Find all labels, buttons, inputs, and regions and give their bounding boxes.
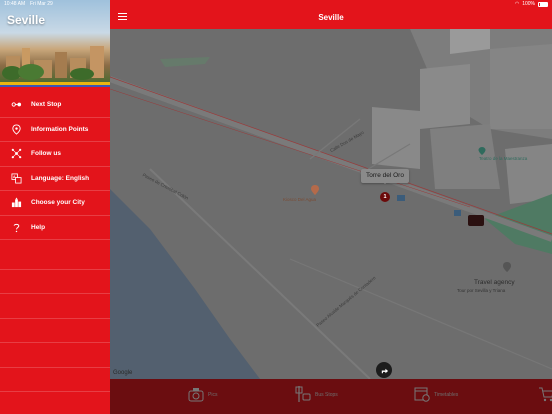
tab-label: Timetables: [434, 392, 459, 398]
translate-icon: A: [10, 172, 23, 184]
google-attribution: Google: [113, 370, 133, 376]
next-stop-icon: [10, 99, 23, 111]
calendar-clock-icon: [414, 385, 430, 405]
menu-item-label: Next Stop: [31, 101, 62, 109]
tab-timetables[interactable]: Timetables: [414, 385, 458, 405]
map-agency-sublabel: Tour por Sevilla y Triana: [457, 288, 506, 293]
bottom-tab-bar: Pics Bus Stops Timetables: [110, 379, 552, 414]
battery-icon: [538, 1, 548, 7]
cart-icon: [538, 385, 552, 405]
bus-stop-marker[interactable]: 1: [380, 192, 390, 202]
battery-percent: 100%: [522, 1, 535, 7]
directions-arrow-icon[interactable]: [376, 362, 392, 378]
tab-pics[interactable]: Pics: [188, 385, 217, 405]
menu-item-follow-us[interactable]: Follow us: [0, 142, 110, 167]
menu-list: Next Stop Information Points Follow us A…: [0, 87, 110, 240]
menu-item-language[interactable]: A Language: English: [0, 167, 110, 191]
status-right: ◠ 100%: [515, 1, 548, 7]
map-poi-label: Teatro de la Maestranza: [479, 156, 528, 161]
tab-label: Pics: [208, 392, 218, 398]
status-time: 10:48 AM: [4, 1, 26, 7]
tab-bus-stops[interactable]: Bus Stops: [295, 385, 338, 405]
menu-item-help[interactable]: Help: [0, 216, 110, 240]
menu-item-label: Choose your City: [31, 199, 85, 207]
menu-item-label: Help: [31, 223, 46, 231]
side-menu: Seville Next Stop Information Points Fol…: [0, 0, 110, 414]
sidebar-city-title: Seville: [7, 13, 46, 27]
tab-label: Bus Stops: [315, 392, 338, 398]
city-hero-image: Seville: [0, 0, 110, 82]
tab-shop[interactable]: [538, 385, 552, 405]
map-view[interactable]: Calle Dos de Mayo Paseo de Cristóbal Col…: [110, 29, 552, 379]
svg-text:A: A: [13, 175, 16, 179]
page-title: Seville: [318, 13, 344, 22]
menu-item-label: Follow us: [31, 150, 61, 158]
camera-icon: [188, 385, 204, 405]
map-poi-label: Kiosco Del Agua: [283, 197, 317, 202]
menu-item-label: Information Points: [31, 125, 89, 133]
share-network-icon: [10, 148, 23, 160]
help-icon: [10, 221, 23, 233]
map-agency-label: Travel agency: [474, 279, 515, 286]
menu-item-information-points[interactable]: Information Points: [0, 118, 110, 142]
menu-empty-rows: [0, 245, 110, 414]
status-date: Fri Mar 29: [30, 1, 53, 7]
menu-item-next-stop[interactable]: Next Stop: [0, 93, 110, 118]
bus-stop-icon: [295, 385, 311, 405]
menu-item-choose-city[interactable]: Choose your City: [0, 191, 110, 216]
menu-item-label: Language: English: [31, 174, 90, 182]
city-icon: [10, 197, 23, 209]
wifi-icon: ◠: [514, 1, 520, 7]
stop-tooltip[interactable]: Torre del Oro: [361, 169, 409, 184]
app-window: 10:48 AM Fri Mar 29 ◠ 100% Seville Next …: [0, 0, 552, 414]
status-bar: 10:48 AM Fri Mar 29 ◠ 100%: [0, 0, 552, 8]
map-base-layer: [110, 29, 552, 379]
location-pin-icon: [10, 123, 23, 135]
